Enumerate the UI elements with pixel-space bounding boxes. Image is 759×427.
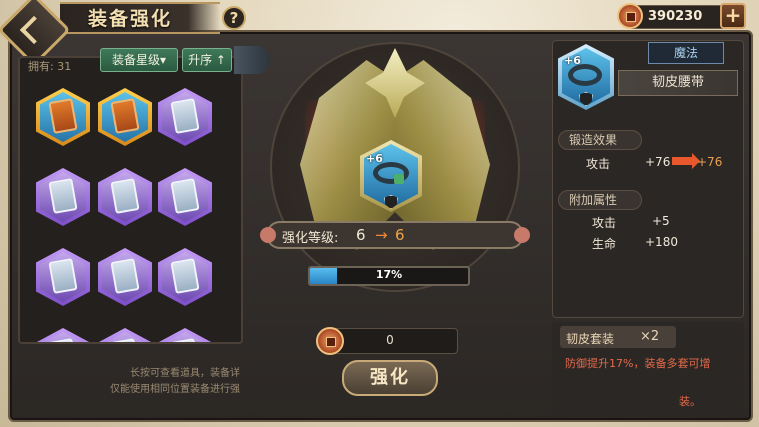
set-description: 防御提升17%，装备多套可增 装。 bbox=[565, 356, 730, 410]
inventory-item[interactable] bbox=[36, 248, 90, 306]
hint-line-1: 长按可查看道具，装备详 bbox=[130, 368, 240, 379]
forge-effect-header: 锻造效果 bbox=[558, 130, 642, 150]
back-arrow-icon bbox=[19, 15, 49, 45]
level-from: 6 bbox=[356, 226, 366, 244]
level-to: 6 bbox=[395, 226, 405, 244]
forge-stat-from: +76 bbox=[645, 155, 671, 169]
page-title: 装备强化 bbox=[88, 8, 173, 30]
inventory-item[interactable] bbox=[98, 88, 152, 146]
hint-line-2: 仅能使用相同位置装备进行强 bbox=[110, 384, 240, 395]
inventory-item[interactable] bbox=[98, 248, 152, 306]
inventory-item[interactable] bbox=[158, 248, 212, 306]
inventory-item[interactable] bbox=[98, 328, 152, 342]
sort-order-button[interactable]: 升序 ↑ bbox=[182, 48, 232, 72]
equipment-name: 韧皮腰带 bbox=[618, 70, 738, 96]
belt-icon bbox=[568, 64, 602, 86]
help-button[interactable]: ? bbox=[222, 6, 246, 30]
progress-text: 17% bbox=[375, 268, 403, 281]
inventory-item[interactable] bbox=[158, 88, 212, 146]
sort-by-star-button[interactable]: 装备星级▾ bbox=[100, 48, 178, 72]
add-currency-button[interactable]: + bbox=[720, 3, 746, 29]
inventory-hint: 长按可查看道具，装备详 仅能使用相同位置装备进行强 bbox=[60, 366, 240, 398]
detail-equipment-icon: +6 bbox=[558, 44, 614, 110]
extra-stat-label: 攻击 bbox=[592, 216, 617, 230]
forge-stat-label: 攻击 bbox=[586, 157, 611, 171]
set-name: 韧皮套装 bbox=[566, 332, 615, 346]
extra-stat-value: +180 bbox=[645, 235, 678, 249]
set-desc-line-1: 防御提升17%，装备多套可增 bbox=[565, 357, 711, 370]
level-label: 强化等级: bbox=[282, 231, 339, 246]
inventory-item[interactable] bbox=[36, 168, 90, 226]
belt-buckle-icon bbox=[394, 174, 404, 184]
inventory-item[interactable] bbox=[36, 88, 90, 146]
currency-value: 390230 bbox=[648, 9, 703, 24]
equipment-type-tag: 魔法 bbox=[648, 42, 724, 64]
inventory-item[interactable] bbox=[158, 168, 212, 226]
set-count: ×2 bbox=[640, 329, 660, 344]
plus-level-badge: +6 bbox=[366, 152, 383, 165]
plus-level-badge: +6 bbox=[564, 54, 581, 67]
collapse-tab[interactable] bbox=[234, 46, 270, 74]
owned-count: 拥有: 31 bbox=[28, 60, 72, 73]
extra-stat-value: +5 bbox=[652, 214, 670, 228]
arrow-right-icon bbox=[672, 153, 700, 169]
inventory-item[interactable] bbox=[36, 328, 90, 342]
extra-attr-header: 附加属性 bbox=[558, 190, 642, 210]
forge-stat-to: +76 bbox=[697, 155, 723, 169]
cost-value: 0 bbox=[386, 333, 394, 347]
level-arrow-icon: → bbox=[375, 226, 388, 244]
coin-icon bbox=[617, 3, 643, 29]
inventory-item[interactable] bbox=[158, 328, 212, 342]
set-desc-line-2: 装。 bbox=[679, 395, 701, 408]
extra-stat-label: 生命 bbox=[592, 237, 617, 251]
inventory-item[interactable] bbox=[98, 168, 152, 226]
enhance-button[interactable]: 强化 bbox=[342, 360, 438, 396]
selected-equipment-slot[interactable]: +6 bbox=[360, 140, 422, 212]
